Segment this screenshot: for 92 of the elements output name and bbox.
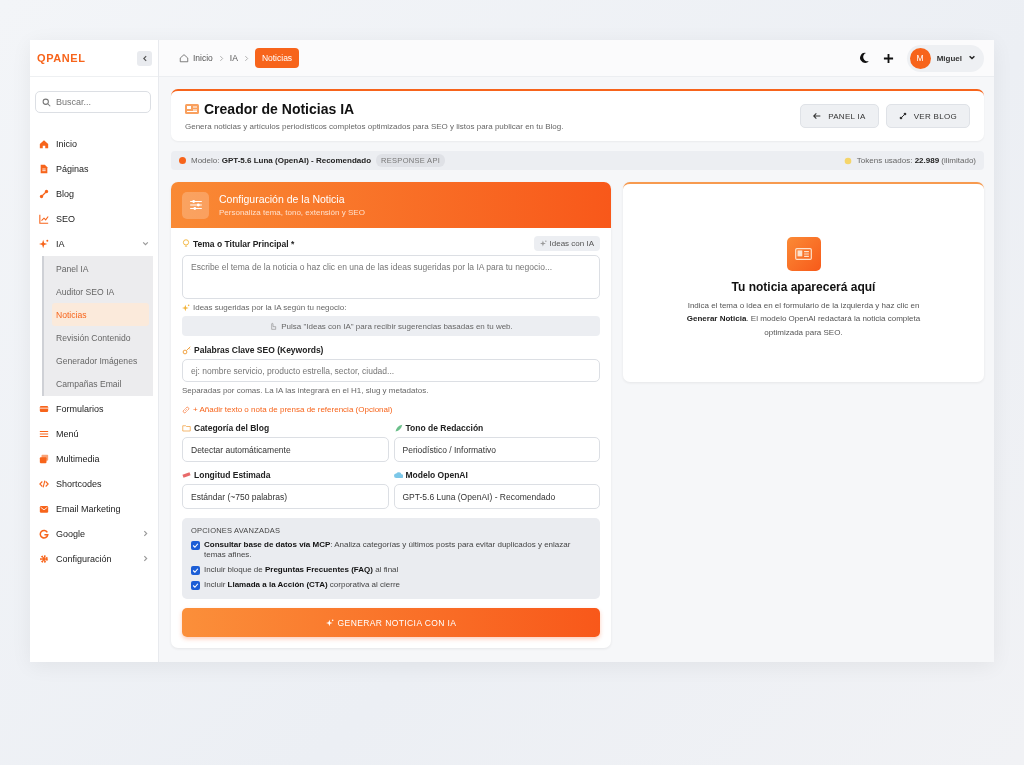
placeholder-text: Indica el tema o idea en el formulario de la izquierda y haz clic en Generar Noticia. El modelo OpenAI redactará la noticia completa optimizada para SEO. [685, 299, 922, 339]
moon-icon[interactable] [857, 52, 870, 64]
status-dot [179, 157, 186, 164]
form-title: Configuración de la Noticia [219, 193, 346, 205]
dropdown[interactable]: GPT-5.6 Luna (OpenAI) - Recomendado [393, 484, 600, 509]
ideas-hint: Ideas sugeridas por la IA según tu negocio: [193, 303, 347, 312]
newspaper-icon [786, 236, 821, 271]
ruler-icon [182, 471, 191, 479]
sidebar-item[interactable]: IA [30, 231, 158, 256]
checkbox[interactable] [191, 565, 200, 575]
submenu-item[interactable]: Generador Imágenes [44, 349, 149, 372]
submenu-item[interactable]: Revisión Contenido [44, 326, 149, 349]
breadcrumb-link[interactable]: IA [229, 53, 238, 63]
plus-icon[interactable] [882, 52, 894, 64]
keywords-field[interactable]: ej: nombre servicio, producto estrella, sector, ciudad... [182, 359, 600, 382]
chevron-down-icon [968, 55, 976, 61]
newspaper-icon [185, 104, 199, 114]
field-label: Modelo OpenAI [405, 470, 468, 480]
form-subtitle: Personaliza tema, tono, extensión y SEO [219, 208, 365, 217]
nav-button[interactable]: VER BLOG [885, 104, 970, 128]
lightbulb-icon [182, 239, 190, 248]
sidebar-item[interactable]: Shortcodes [30, 471, 158, 496]
user-menu[interactable]: M Miguel [906, 44, 984, 72]
link-icon [182, 405, 190, 414]
sidebar-item[interactable]: Email Marketing [30, 496, 158, 521]
field-label: Longitud Estimada [194, 470, 271, 480]
sidebar-item[interactable]: Google [30, 521, 158, 546]
share-icon [898, 112, 907, 120]
cloud-icon [393, 471, 403, 479]
tokens-text: Tokens usados: 22.989 (ilimitado) [856, 156, 976, 165]
chevron-left-icon [141, 54, 148, 62]
sidebar-item[interactable]: Blog [30, 181, 158, 206]
coin-icon [843, 156, 852, 165]
field-label: Categoría del Blog [194, 423, 270, 433]
checkbox[interactable] [191, 540, 200, 550]
chevron-right-icon [218, 54, 224, 62]
checkbox[interactable] [191, 580, 200, 590]
nav-button[interactable]: PANEL IA [800, 104, 879, 128]
model-text: Modelo: GPT-5.6 Luna (OpenAI) - Recomendado [191, 156, 372, 165]
folder-icon [182, 424, 191, 432]
chevron-right-icon [243, 54, 249, 62]
share-icon [39, 188, 49, 199]
submenu-item[interactable]: Panel IA [44, 257, 149, 280]
envelope-icon [39, 503, 49, 514]
chart-icon [39, 213, 49, 224]
images-icon [39, 453, 49, 464]
topic-field[interactable]: Escribe el tema de la noticia o haz clic en una de las ideas sugeridas por la IA para tu negocio... [182, 255, 600, 299]
card-icon [39, 403, 49, 414]
sidebar-item[interactable]: SEO [30, 206, 158, 231]
sidebar-item[interactable]: Menú [30, 421, 158, 446]
submenu-item[interactable]: Auditor SEO IA [44, 280, 149, 303]
g-icon [39, 528, 49, 539]
dropdown[interactable]: Estándar (~750 palabras) [182, 484, 389, 509]
placeholder-title: Tu noticia aparecerá aquí [731, 279, 876, 294]
menu-icon [39, 428, 49, 439]
page-title: Creador de Noticias IA [204, 101, 355, 117]
leaf-icon [393, 423, 403, 433]
collapse-button[interactable] [137, 50, 152, 66]
arrow-left-icon [813, 112, 822, 120]
ideas-box-text: Pulsa "Ideas con IA" para recibir sugerencias basadas en tu web. [281, 321, 513, 331]
home-icon [39, 138, 49, 149]
ideas-button[interactable]: Ideas con IA [533, 236, 600, 251]
sidebar-item[interactable]: Multimedia [30, 446, 158, 471]
option-label: Consultar base de datos vía MCP: Analiza categorías y últimos posts para evitar duplicados y enlazar temas afines. [204, 540, 572, 560]
field-label: Palabras Clave SEO (Keywords) [194, 345, 324, 355]
dropdown[interactable]: Periodístico / Informativo [393, 437, 600, 462]
logo: QPANEL [37, 52, 86, 64]
field-label: Tema o Titular Principal * [193, 238, 295, 249]
search-field[interactable]: Buscar... [35, 91, 151, 113]
keywords-help: Separadas por comas. La IA las integrará en el H1, slug y metadatos. [182, 386, 430, 395]
sparkle-icon [539, 240, 547, 247]
field-label: Tono de Redacción [405, 423, 484, 433]
sparkle-icon [182, 303, 190, 312]
breadcrumb-link[interactable]: Inicio [179, 53, 213, 63]
home-icon [179, 53, 189, 63]
sliders-icon [188, 198, 203, 212]
submenu-item[interactable]: Campañas Email [44, 372, 149, 395]
option-label: Incluir bloque de Preguntas Frecuentes (FAQ) al final [204, 565, 399, 575]
option-label: Incluir Llamada a la Acción (CTA) corporativa al cierre [204, 580, 401, 590]
sidebar-item[interactable]: Configuración [30, 546, 158, 571]
page-subtitle: Genera noticias y artículos periodísticos completos optimizados para SEO y listos para publicar en tu Blog. [185, 122, 564, 131]
document-icon [39, 163, 49, 174]
sidebar-item[interactable]: Inicio [30, 131, 158, 156]
sparkle-icon [39, 238, 49, 249]
sidebar-item[interactable]: Formularios [30, 396, 158, 421]
gear-icon [39, 553, 49, 564]
avatar: M [909, 47, 931, 69]
sidebar-item[interactable]: Páginas [30, 156, 158, 181]
dropdown[interactable]: Detectar automáticamente [182, 437, 389, 462]
code-icon [39, 478, 49, 489]
sparkle-icon [325, 618, 334, 627]
key-icon [182, 345, 191, 355]
